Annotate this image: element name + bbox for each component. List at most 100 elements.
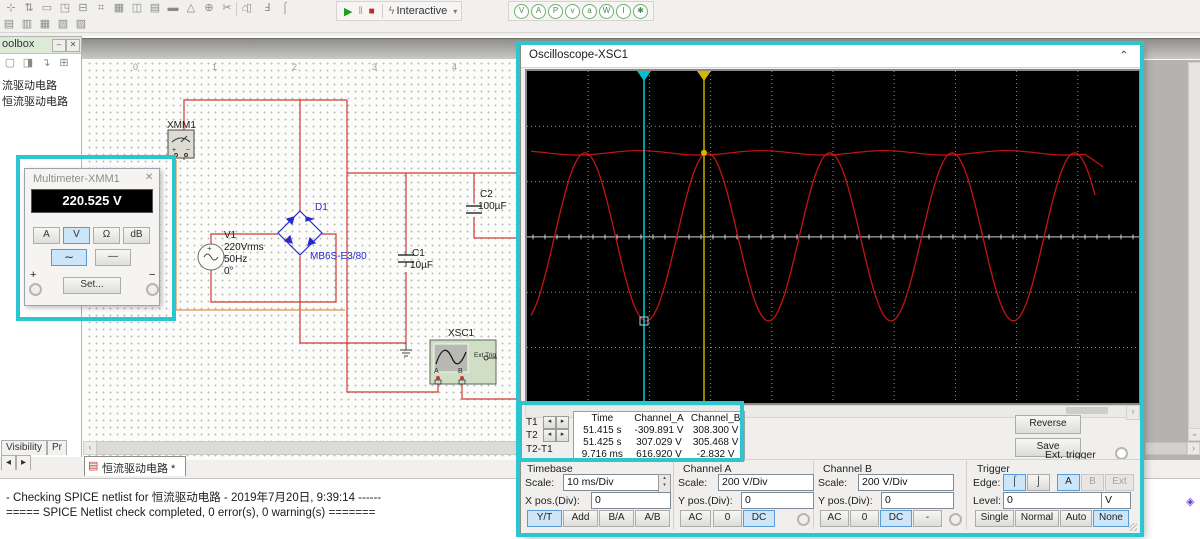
toolbar-icon[interactable]: A xyxy=(531,3,546,19)
scope-hscroll-right[interactable]: › xyxy=(1126,405,1140,420)
spinner-down-icon[interactable]: ▾ xyxy=(663,482,666,488)
trigger-single-button[interactable]: Single xyxy=(975,510,1014,527)
tab-scroll-right[interactable]: ▸ xyxy=(16,455,32,470)
toolbar-icon[interactable]: ⊹ xyxy=(3,1,19,16)
c1-name[interactable]: C1 xyxy=(412,248,425,259)
toolbar-icon[interactable]: ✱ xyxy=(633,3,648,19)
trigger-edge-rising-button[interactable]: ⌠ xyxy=(1003,474,1026,491)
cursor-t1-left-button[interactable]: ◂ xyxy=(543,416,556,429)
toolbar-icon[interactable]: ⊕ xyxy=(201,1,217,16)
toolbar-icon[interactable]: ▨ xyxy=(73,17,89,32)
multimeter-minus-terminal[interactable] xyxy=(146,283,159,296)
toolbox-float-button[interactable]: – xyxy=(52,39,66,52)
toolbar-icon[interactable]: P xyxy=(548,3,563,19)
toolbar-icon[interactable]: ▭ xyxy=(39,1,55,16)
canvas-hscroll-right[interactable]: › xyxy=(1187,442,1200,455)
trigger-none-button[interactable]: None xyxy=(1093,510,1129,527)
tree-item-circuit-2[interactable]: 恒流驱动电路 xyxy=(2,93,68,109)
channel-b-scale-input[interactable]: 200 V/Div xyxy=(858,474,954,491)
multimeter-dc-button[interactable]: — xyxy=(95,249,131,266)
trigger-edge-falling-button[interactable]: ⌡ xyxy=(1027,474,1050,491)
interactive-dropdown[interactable]: Interactive xyxy=(396,5,447,17)
trigger-auto-button[interactable]: Auto xyxy=(1060,510,1092,527)
trigger-level-input[interactable]: 0 xyxy=(1003,492,1103,509)
trigger-source-b-button[interactable]: B xyxy=(1081,474,1104,491)
xsc1-label[interactable]: XSC1 xyxy=(448,328,474,339)
oscilloscope-titlebar[interactable]: Oscilloscope-XSC1 ⌃ xyxy=(521,45,1141,68)
toolbar-icon[interactable]: ▤ xyxy=(147,1,163,16)
multimeter-set-button[interactable]: Set... xyxy=(63,277,121,294)
trigger-level-unit[interactable]: V xyxy=(1101,492,1131,509)
channel-a-0-button[interactable]: 0 xyxy=(713,510,742,527)
channel-b-dc-button[interactable]: DC xyxy=(880,510,912,527)
ba-button[interactable]: B/A xyxy=(599,510,634,527)
toolbar-icon[interactable]: ◫ xyxy=(129,1,145,16)
tree-item-circuit-1[interactable]: 流驱动电路 xyxy=(2,77,57,93)
toolbar-icon[interactable]: ▦ xyxy=(37,17,53,32)
scope-hscroll-thumb[interactable] xyxy=(1066,407,1108,414)
cursor-t1-right-button[interactable]: ▸ xyxy=(556,416,569,429)
channel-b-0-button[interactable]: 0 xyxy=(850,510,879,527)
channel-a-scale-input[interactable]: 200 V/Div xyxy=(718,474,814,491)
toolbox-close-button[interactable]: ✕ xyxy=(66,39,80,52)
cursor-t2-left-button[interactable]: ◂ xyxy=(543,429,556,442)
timebase-scale-input[interactable]: 10 ms/Div xyxy=(563,474,661,491)
timebase-xpos-input[interactable]: 0 xyxy=(591,492,671,509)
toolbar-icon[interactable]: I xyxy=(616,3,631,19)
spinner-up-icon[interactable]: ▴ xyxy=(663,475,666,481)
toolbar-icon[interactable]: ✂ xyxy=(219,1,235,16)
toolbar-icon[interactable]: v xyxy=(565,3,580,19)
toolbar-icon[interactable]: ▤ xyxy=(1,17,17,32)
toolbar-icon[interactable]: ↴ xyxy=(38,56,54,71)
chevron-down-icon[interactable]: ▾ xyxy=(453,7,457,16)
ab-button[interactable]: A/B xyxy=(635,510,670,527)
run-button[interactable]: ▶ xyxy=(344,5,352,18)
canvas-hscroll-left[interactable]: ‹ xyxy=(83,441,97,455)
timebase-scale-spinner[interactable]: ▴ ▾ xyxy=(658,474,671,493)
toolbar-icon[interactable]: ▥ xyxy=(19,17,35,32)
close-icon[interactable]: ✕ xyxy=(145,172,153,183)
toolbar-icon[interactable]: ⌠ xyxy=(277,1,293,16)
c2-name[interactable]: C2 xyxy=(480,189,493,200)
toolbar-icon[interactable]: a xyxy=(582,3,597,19)
collapse-icon[interactable]: ⌃ xyxy=(1119,48,1129,62)
toolbar-icon[interactable]: ▯ xyxy=(241,1,257,16)
toolbar-icon[interactable]: ▧ xyxy=(55,17,71,32)
toolbar-icon[interactable]: V xyxy=(514,3,529,19)
multimeter-ohm-button[interactable]: Ω xyxy=(93,227,120,244)
toolbar-icon[interactable]: ⊟ xyxy=(75,1,91,16)
canvas-hscroll-thumb[interactable] xyxy=(1145,442,1187,455)
trigger-source-ext-button[interactable]: Ext xyxy=(1105,474,1134,491)
toolbar-icon[interactable]: ▦ xyxy=(111,1,127,16)
canvas-vscroll-down[interactable]: ⌄ xyxy=(1188,428,1200,441)
xmm1-label[interactable]: XMM1 xyxy=(167,120,196,131)
tab-scroll-left[interactable]: ◂ xyxy=(1,455,17,470)
multimeter-volt-button[interactable]: V xyxy=(63,227,90,244)
multimeter-plus-terminal[interactable] xyxy=(29,283,42,296)
channel-a-dc-button[interactable]: DC xyxy=(743,510,775,527)
toolbar-icon[interactable]: ⊞ xyxy=(56,56,72,71)
spreadsheet-corner-icon[interactable]: ◈ xyxy=(1186,495,1194,508)
trigger-normal-button[interactable]: Normal xyxy=(1015,510,1059,527)
multimeter-ac-button[interactable]: ∼ xyxy=(51,249,87,266)
oscilloscope-display[interactable] xyxy=(525,69,1141,405)
toolbar-icon[interactable]: ◳ xyxy=(57,1,73,16)
channel-a-ac-button[interactable]: AC xyxy=(680,510,711,527)
toolbar-icon[interactable]: W xyxy=(599,3,614,19)
canvas-hscrollbar[interactable] xyxy=(96,441,522,455)
resize-grip[interactable] xyxy=(1129,523,1137,531)
trigger-source-a-button[interactable]: A xyxy=(1057,474,1080,491)
d1-name[interactable]: D1 xyxy=(315,202,328,213)
reverse-button[interactable]: Reverse xyxy=(1015,415,1081,434)
toolbar-icon[interactable]: ◨ xyxy=(20,56,36,71)
toolbar-icon[interactable]: ⇅ xyxy=(21,1,37,16)
tab-project[interactable]: Pr xyxy=(46,440,67,455)
canvas-vscrollbar[interactable] xyxy=(1188,62,1200,430)
cursor-t2-right-button[interactable]: ▸ xyxy=(556,429,569,442)
v1-name[interactable]: V1 xyxy=(224,230,236,241)
toolbar-icon[interactable]: Ⅎ xyxy=(259,1,275,16)
tab-visibility[interactable]: Visibility xyxy=(1,440,47,455)
pause-button[interactable]: ‖ xyxy=(358,6,362,17)
multimeter-db-button[interactable]: dB xyxy=(123,227,150,244)
channel-b-minus-button[interactable]: - xyxy=(913,510,942,527)
